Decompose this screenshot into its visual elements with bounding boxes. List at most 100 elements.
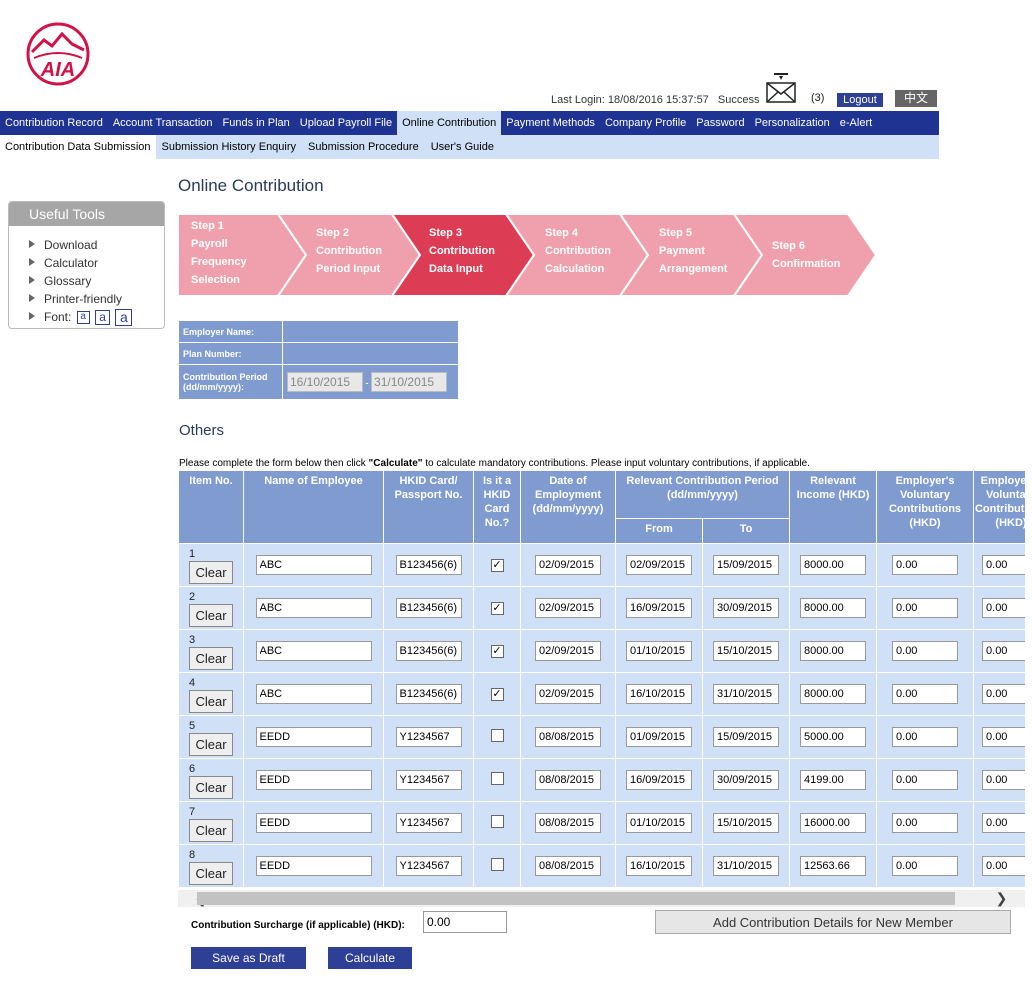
period-from-input[interactable] — [626, 555, 692, 575]
nav-account-transaction[interactable]: Account Transaction — [108, 111, 218, 135]
period-to-input[interactable] — [713, 641, 779, 661]
period-from-input[interactable] — [626, 684, 692, 704]
clear-row-button[interactable]: Clear — [189, 733, 233, 756]
relevant-income-input[interactable] — [800, 684, 867, 704]
period-to-input[interactable] — [713, 856, 779, 876]
relevant-income-input[interactable] — [800, 641, 867, 661]
font-small-button[interactable]: a — [76, 311, 90, 325]
employer-voluntary-input[interactable] — [892, 856, 959, 876]
employee-voluntary-input[interactable] — [982, 555, 1025, 575]
nav-company-profile[interactable]: Company Profile — [600, 111, 691, 135]
nav-contribution-record[interactable]: Contribution Record — [0, 111, 108, 135]
employee-voluntary-input[interactable] — [982, 598, 1025, 618]
employee-voluntary-input[interactable] — [982, 684, 1025, 704]
tool-calculator[interactable]: Calculator — [29, 254, 164, 272]
employment-date-input[interactable] — [535, 727, 601, 747]
hkid-input[interactable] — [395, 641, 462, 661]
add-new-member-button[interactable]: Add Contribution Details for New Member — [655, 910, 1011, 934]
is-hkid-checkbox[interactable] — [490, 729, 504, 742]
tool-glossary[interactable]: Glossary — [29, 272, 164, 290]
employer-voluntary-input[interactable] — [892, 727, 959, 747]
scroll-right-icon[interactable]: ❯ — [993, 890, 1010, 907]
clear-row-button[interactable]: Clear — [189, 862, 233, 885]
clear-row-button[interactable]: Clear — [189, 776, 233, 799]
relevant-income-input[interactable] — [800, 727, 867, 747]
nav-personalization[interactable]: Personalization — [750, 111, 835, 135]
logout-button[interactable]: Logout — [837, 93, 883, 107]
nav-funds-in-plan[interactable]: Funds in Plan — [218, 111, 295, 135]
clear-row-button[interactable]: Clear — [189, 819, 233, 842]
relevant-income-input[interactable] — [800, 813, 867, 833]
is-hkid-checkbox[interactable]: ✓ — [490, 601, 504, 615]
clear-row-button[interactable]: Clear — [189, 647, 233, 670]
subnav-contribution-data-submission[interactable]: Contribution Data Submission — [0, 135, 156, 159]
relevant-income-input[interactable] — [800, 598, 867, 618]
clear-row-button[interactable]: Clear — [189, 561, 233, 584]
is-hkid-checkbox[interactable] — [490, 772, 504, 785]
employer-voluntary-input[interactable] — [892, 684, 959, 704]
is-hkid-checkbox[interactable]: ✓ — [490, 644, 504, 658]
period-from-input[interactable] — [626, 813, 692, 833]
hkid-input[interactable] — [395, 856, 462, 876]
clear-row-button[interactable]: Clear — [189, 604, 233, 627]
employee-name-input[interactable] — [255, 727, 372, 747]
horizontal-scrollbar[interactable]: ❮ ❯ — [178, 890, 1025, 907]
period-to-input[interactable] — [713, 684, 779, 704]
surcharge-input[interactable] — [423, 911, 507, 933]
subnav-submission-history-enquiry[interactable]: Submission History Enquiry — [156, 135, 303, 159]
employer-voluntary-input[interactable] — [892, 770, 959, 790]
employee-voluntary-input[interactable] — [982, 856, 1025, 876]
hkid-input[interactable] — [395, 770, 462, 790]
nav-payment-methods[interactable]: Payment Methods — [501, 111, 600, 135]
hkid-input[interactable] — [395, 684, 462, 704]
employment-date-input[interactable] — [535, 813, 601, 833]
tool-printer-friendly[interactable]: Printer-friendly — [29, 290, 164, 308]
nav-password[interactable]: Password — [691, 111, 749, 135]
mail-icon[interactable] — [765, 72, 797, 106]
employment-date-input[interactable] — [535, 641, 601, 661]
period-from-input[interactable] — [626, 856, 692, 876]
employer-voluntary-input[interactable] — [892, 555, 959, 575]
period-from-input[interactable] — [626, 727, 692, 747]
nav-upload-payroll-file[interactable]: Upload Payroll File — [295, 111, 397, 135]
is-hkid-checkbox[interactable]: ✓ — [490, 687, 504, 701]
employee-name-input[interactable] — [255, 856, 372, 876]
nav-online-contribution[interactable]: Online Contribution — [397, 111, 502, 135]
period-to-input[interactable] — [713, 727, 779, 747]
employee-name-input[interactable] — [255, 813, 372, 833]
scrollbar-thumb[interactable] — [197, 892, 955, 905]
calculate-button[interactable]: Calculate — [328, 947, 412, 969]
employee-voluntary-input[interactable] — [982, 770, 1025, 790]
employee-voluntary-input[interactable] — [982, 727, 1025, 747]
period-from-input[interactable] — [626, 770, 692, 790]
period-to-input[interactable] — [713, 813, 779, 833]
period-to-input[interactable] — [713, 555, 779, 575]
employer-voluntary-input[interactable] — [892, 641, 959, 661]
relevant-income-input[interactable] — [800, 555, 867, 575]
is-hkid-checkbox[interactable] — [490, 815, 504, 828]
employer-voluntary-input[interactable] — [892, 813, 959, 833]
period-to-input[interactable] — [713, 598, 779, 618]
subnav-submission-procedure[interactable]: Submission Procedure — [302, 135, 425, 159]
employee-name-input[interactable] — [255, 641, 372, 661]
is-hkid-checkbox[interactable]: ✓ — [490, 558, 504, 572]
employment-date-input[interactable] — [535, 684, 601, 704]
save-draft-button[interactable]: Save as Draft — [191, 947, 306, 969]
employee-name-input[interactable] — [255, 598, 372, 618]
employer-voluntary-input[interactable] — [892, 598, 959, 618]
hkid-input[interactable] — [395, 727, 462, 747]
font-large-button[interactable]: a — [115, 309, 133, 327]
subnav-users-guide[interactable]: User's Guide — [425, 135, 500, 159]
employee-name-input[interactable] — [255, 770, 372, 790]
period-from-input[interactable] — [626, 598, 692, 618]
hkid-input[interactable] — [395, 598, 462, 618]
employment-date-input[interactable] — [535, 555, 601, 575]
period-from-input[interactable] — [626, 641, 692, 661]
employment-date-input[interactable] — [535, 770, 601, 790]
clear-row-button[interactable]: Clear — [189, 690, 233, 713]
employment-date-input[interactable] — [535, 856, 601, 876]
tool-download[interactable]: Download — [29, 236, 164, 254]
hkid-input[interactable] — [395, 813, 462, 833]
language-toggle[interactable]: 中文 — [895, 90, 937, 107]
employee-voluntary-input[interactable] — [982, 641, 1025, 661]
